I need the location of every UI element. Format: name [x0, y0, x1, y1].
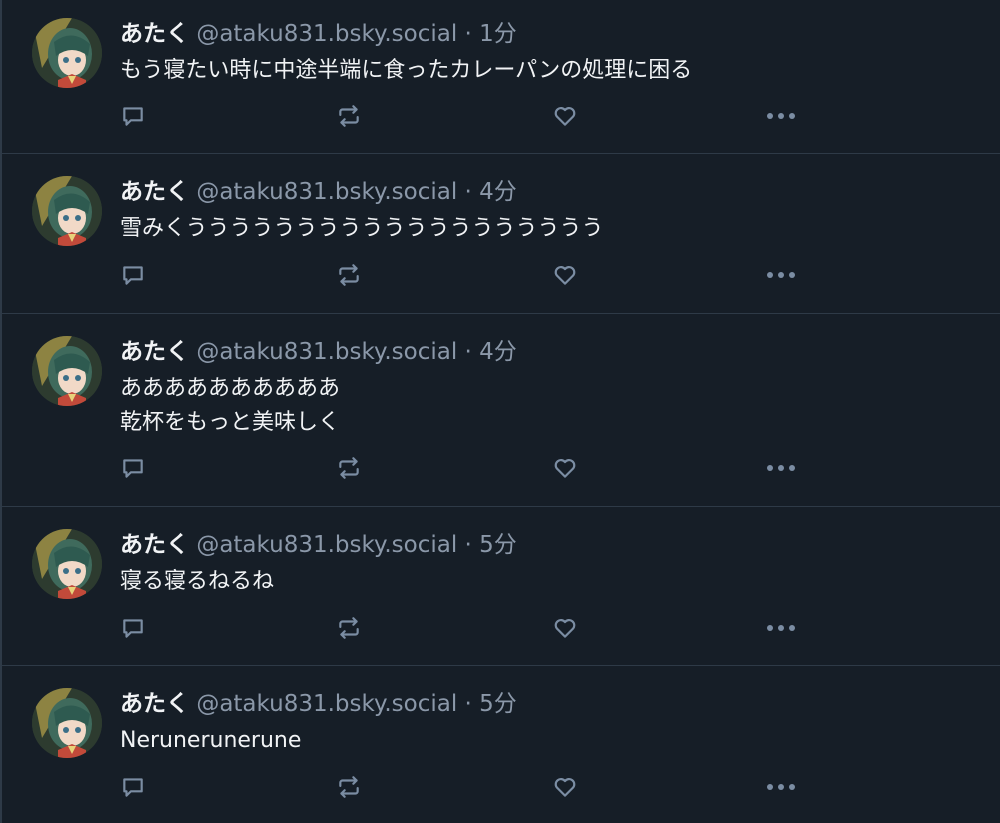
post-actions	[2, 772, 1000, 802]
avatar-image	[32, 176, 102, 246]
reply-icon	[123, 619, 143, 638]
post-text-line: 乾杯をもっと美味しく	[120, 410, 341, 435]
reply-button[interactable]	[118, 453, 148, 483]
post[interactable]: あたく @ataku831.bsky.social · 5分 Nerunerun…	[2, 666, 1000, 823]
heart-icon	[554, 778, 576, 797]
repost-icon	[339, 776, 359, 798]
separator: ·	[464, 179, 472, 205]
repost-icon	[339, 264, 359, 286]
post-text-line: ああああああああああ	[120, 376, 341, 401]
author-handle[interactable]: @ataku831.bsky.social	[196, 691, 457, 717]
post-header: あたく @ataku831.bsky.social · 5分	[120, 688, 517, 720]
post-header: あたく @ataku831.bsky.social · 4分	[120, 176, 517, 208]
avatar[interactable]	[32, 529, 102, 599]
reply-icon	[123, 107, 143, 126]
avatar-image	[32, 529, 102, 599]
post-header: あたく @ataku831.bsky.social · 4分	[120, 336, 517, 368]
post-text-line: 雪みくううううううううううううううううううう	[120, 216, 604, 241]
separator: ·	[464, 21, 472, 47]
post-text-line: もう寝たい時に中途半端に食ったカレーパンの処理に困る	[120, 58, 693, 83]
more-icon	[767, 784, 795, 790]
author-name[interactable]: あたく	[120, 691, 189, 717]
post-actions	[2, 101, 1000, 131]
separator: ·	[464, 339, 472, 365]
like-button[interactable]	[550, 101, 580, 131]
avatar-image	[32, 688, 102, 758]
more-button[interactable]	[766, 772, 796, 802]
reply-button[interactable]	[118, 101, 148, 131]
post-time[interactable]: 1分	[479, 21, 517, 47]
avatar-image	[32, 18, 102, 88]
author-handle[interactable]: @ataku831.bsky.social	[196, 532, 457, 558]
post-time[interactable]: 5分	[479, 532, 517, 558]
repost-button[interactable]	[334, 260, 364, 290]
repost-button[interactable]	[334, 772, 364, 802]
post-actions	[2, 260, 1000, 290]
repost-button[interactable]	[334, 613, 364, 643]
heart-icon	[554, 459, 576, 478]
more-button[interactable]	[766, 260, 796, 290]
more-button[interactable]	[766, 453, 796, 483]
author-name[interactable]: あたく	[120, 179, 189, 205]
more-button[interactable]	[766, 101, 796, 131]
more-icon	[767, 465, 795, 471]
post-actions	[2, 613, 1000, 643]
more-button[interactable]	[766, 613, 796, 643]
author-name[interactable]: あたく	[120, 339, 189, 365]
repost-button[interactable]	[334, 453, 364, 483]
author-handle[interactable]: @ataku831.bsky.social	[196, 179, 457, 205]
post[interactable]: あたく @ataku831.bsky.social · 5分 寝る寝るねるね	[2, 507, 1000, 666]
author-handle[interactable]: @ataku831.bsky.social	[196, 21, 457, 47]
reply-button[interactable]	[118, 772, 148, 802]
heart-icon	[554, 107, 576, 126]
more-icon	[767, 272, 795, 278]
like-button[interactable]	[550, 453, 580, 483]
post-text: 雪みくううううううううううううううううううう	[120, 212, 604, 246]
like-button[interactable]	[550, 260, 580, 290]
post-text-line: 寝る寝るねるね	[120, 569, 275, 594]
separator: ·	[464, 691, 472, 717]
post-text: 寝る寝るねるね	[120, 565, 274, 599]
post-feed: あたく @ataku831.bsky.social · 1分 もう寝たい時に中途…	[0, 0, 1000, 823]
repost-icon	[339, 105, 359, 127]
avatar[interactable]	[32, 688, 102, 758]
post-header: あたく @ataku831.bsky.social · 1分	[120, 18, 517, 50]
avatar[interactable]	[32, 336, 102, 406]
repost-icon	[339, 457, 359, 479]
author-name[interactable]: あたく	[120, 21, 189, 47]
repost-icon	[339, 617, 359, 639]
post-time[interactable]: 4分	[479, 339, 517, 365]
post-time[interactable]: 4分	[479, 179, 517, 205]
post-text: ああああああああああ 乾杯をもっと美味しく	[120, 372, 340, 440]
reply-button[interactable]	[118, 260, 148, 290]
post[interactable]: あたく @ataku831.bsky.social · 4分 雪みくうううううう…	[2, 154, 1000, 314]
avatar-image	[32, 336, 102, 406]
heart-icon	[554, 619, 576, 638]
avatar[interactable]	[32, 18, 102, 88]
post[interactable]: あたく @ataku831.bsky.social · 4分 あああああああああ…	[2, 314, 1000, 507]
author-name[interactable]: あたく	[120, 532, 189, 558]
like-button[interactable]	[550, 613, 580, 643]
post-text-line: Nerunerunerune	[120, 728, 302, 753]
post-header: あたく @ataku831.bsky.social · 5分	[120, 529, 517, 561]
reply-button[interactable]	[118, 613, 148, 643]
post-actions	[2, 453, 1000, 483]
reply-icon	[123, 266, 143, 285]
post-text: Nerunerunerune	[120, 724, 301, 758]
like-button[interactable]	[550, 772, 580, 802]
heart-icon	[554, 266, 576, 285]
reply-icon	[123, 459, 143, 478]
more-icon	[767, 625, 795, 631]
more-icon	[767, 113, 795, 119]
post[interactable]: あたく @ataku831.bsky.social · 1分 もう寝たい時に中途…	[2, 0, 1000, 154]
avatar[interactable]	[32, 176, 102, 246]
repost-button[interactable]	[334, 101, 364, 131]
author-handle[interactable]: @ataku831.bsky.social	[196, 339, 457, 365]
post-text: もう寝たい時に中途半端に食ったカレーパンの処理に困る	[120, 54, 692, 88]
post-time[interactable]: 5分	[479, 691, 517, 717]
separator: ·	[464, 532, 472, 558]
reply-icon	[123, 778, 143, 797]
